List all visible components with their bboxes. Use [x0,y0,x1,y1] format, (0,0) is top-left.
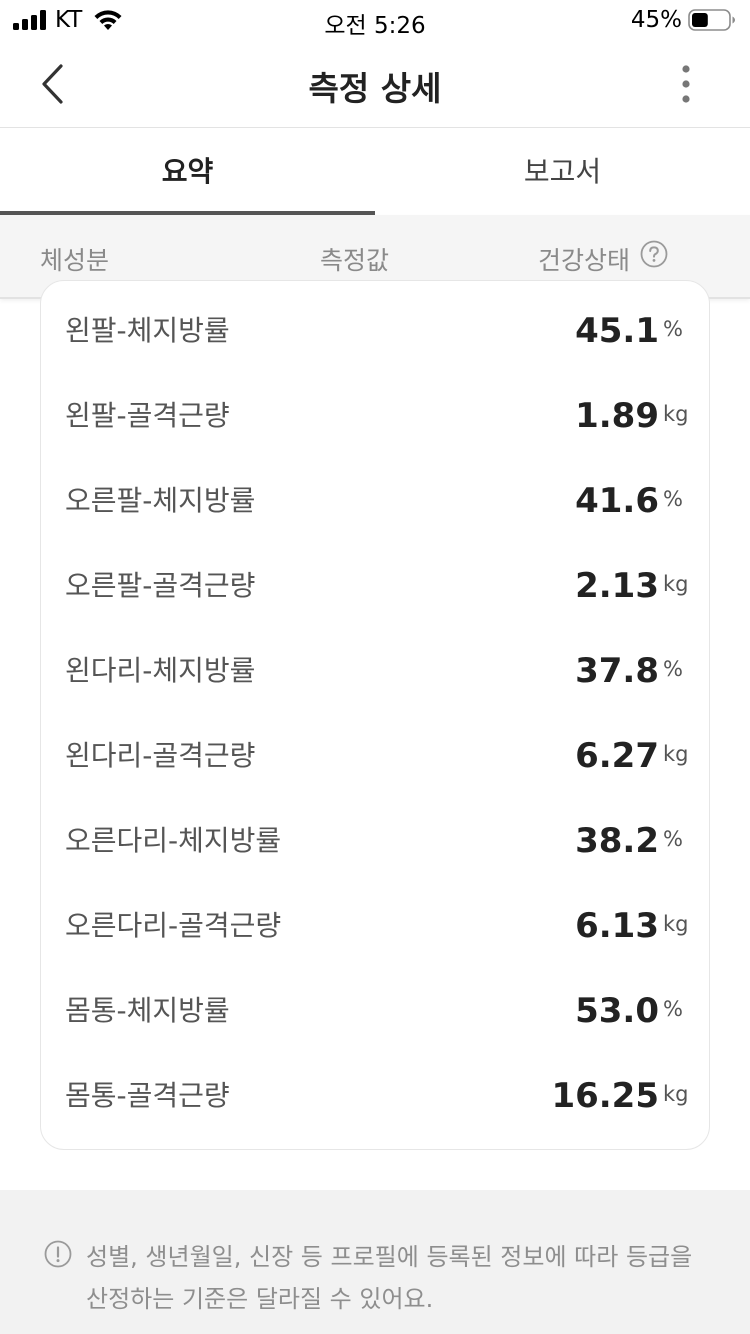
list-item: 몸통-체지방률 53.0 % [41,961,709,1045]
row-label: 왼팔-골격근량 [65,399,230,432]
row-label: 오른팔-골격근량 [65,569,256,602]
row-value: 2.13 [575,566,659,606]
list-item: 오른다리-체지방률 38.2 % [41,791,709,875]
exclamation-circle-icon [44,1240,72,1268]
info-notice: 성별, 생년월일, 신장 등 프로필에 등록된 정보에 따라 등급을 산정하는 … [0,1190,750,1334]
page-title: 측정 상세 [308,69,442,108]
row-unit: % [663,487,683,511]
row-unit: kg [663,912,689,936]
row-label: 왼팔-체지방률 [65,314,230,347]
row-value: 6.13 [575,906,659,946]
row-value: 38.2 [575,821,659,861]
list-item: 오른다리-골격근량 6.13 kg [41,876,709,960]
list-item: 왼다리-골격근량 6.27 kg [41,706,709,790]
navigation-bar: 측정 상세 [0,40,750,128]
row-label: 오른다리-체지방률 [65,824,282,857]
row-unit: % [663,317,683,341]
list-item: 오른팔-골격근량 2.13 kg [41,536,709,620]
row-label: 몸통-골격근량 [65,1079,230,1112]
list-item: 오른팔-체지방률 41.6 % [41,451,709,535]
row-unit: % [663,997,683,1021]
row-label: 왼다리-골격근량 [65,739,256,772]
column-header-measurement: 측정값 [320,246,390,275]
list-item: 몸통-골격근량 16.25 kg [41,1046,709,1130]
row-label: 오른다리-골격근량 [65,909,282,942]
row-value: 37.8 [575,651,659,691]
row-unit: kg [663,1082,689,1106]
tab-report[interactable]: 보고서 [375,129,750,215]
row-value: 16.25 [551,1076,659,1116]
column-header-body-composition: 체성분 [40,246,110,275]
row-value: 53.0 [575,991,659,1031]
row-value: 41.6 [575,481,659,521]
list-item: 왼팔-체지방률 45.1 % [41,281,709,365]
row-unit: % [663,657,683,681]
tab-summary[interactable]: 요약 [0,129,375,215]
battery-percent: 45% [630,7,682,33]
row-label: 몸통-체지방률 [65,994,230,1027]
row-unit: % [663,827,683,851]
battery-icon [688,9,735,31]
row-unit: kg [663,572,689,596]
info-text: 성별, 생년월일, 신장 등 프로필에 등록된 정보에 따라 등급을 산정하는 … [86,1243,693,1313]
row-value: 6.27 [575,736,659,776]
question-circle-icon[interactable] [640,240,668,268]
row-unit: kg [663,402,689,426]
measurement-card: 왼팔-체지방률 45.1 % 왼팔-골격근량 1.89 kg 오른팔-체지방률 … [40,280,710,1150]
row-value: 45.1 [575,311,659,351]
row-label: 왼다리-체지방률 [65,654,256,687]
status-bar: KT 오전 5:26 45% [0,0,750,40]
row-label: 오른팔-체지방률 [65,484,256,517]
more-vertical-icon[interactable] [672,64,700,104]
list-item: 왼팔-골격근량 1.89 kg [41,366,709,450]
row-value: 1.89 [575,396,659,436]
column-header-health-status: 건강상태 [538,246,631,275]
row-unit: kg [663,742,689,766]
tab-bar: 요약 보고서 [0,129,750,215]
list-item: 왼다리-체지방률 37.8 % [41,621,709,705]
